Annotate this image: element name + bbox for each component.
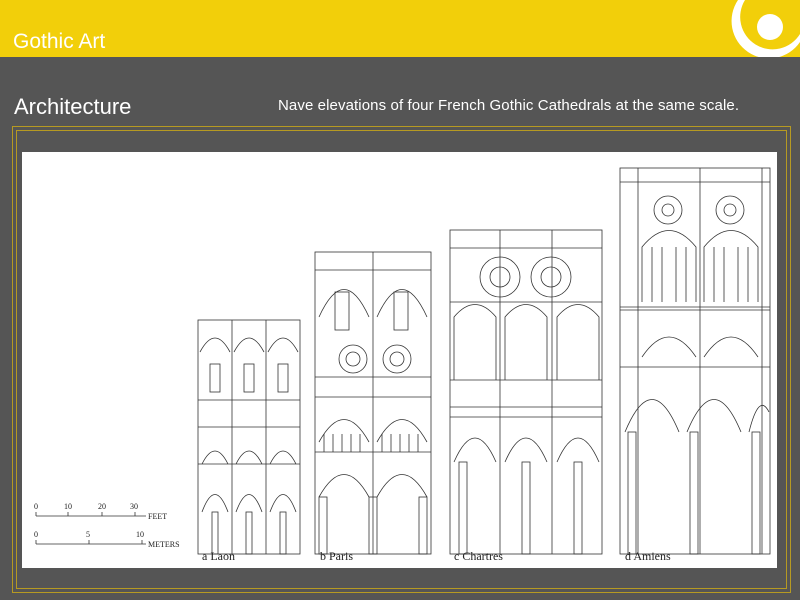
laon-elevation bbox=[197, 319, 301, 555]
scale-meters-5: 5 bbox=[86, 530, 90, 539]
chartres-elevation bbox=[449, 229, 603, 555]
scale-feet-0: 0 bbox=[34, 502, 38, 511]
label-paris: b Paris bbox=[320, 549, 353, 563]
scale-bar bbox=[35, 512, 146, 545]
scale-feet-20: 20 bbox=[98, 502, 106, 511]
label-amiens: d Amiens bbox=[625, 549, 671, 563]
header-bar: Gothic Art bbox=[0, 0, 800, 57]
logo-icon bbox=[731, 0, 800, 57]
amiens-elevation bbox=[619, 167, 771, 555]
scale-meters-10: 10 bbox=[136, 530, 144, 539]
label-laon: a Laon bbox=[202, 549, 235, 563]
paris-elevation bbox=[314, 251, 432, 555]
scale-meters-0: 0 bbox=[34, 530, 38, 539]
scale-feet-unit: FEET bbox=[148, 512, 167, 521]
scale-feet-10: 10 bbox=[64, 502, 72, 511]
slide-header-title: Gothic Art bbox=[13, 30, 106, 53]
elevations-figure: 0 10 20 30 FEET 0 5 10 METERS a Laon b P… bbox=[22, 152, 777, 568]
scale-meters-unit: METERS bbox=[148, 540, 180, 549]
elevations-drawing: 0 10 20 30 FEET 0 5 10 METERS a Laon b P… bbox=[34, 167, 771, 563]
scale-feet-30: 30 bbox=[130, 502, 138, 511]
slide-caption: Nave elevations of four French Gothic Ca… bbox=[278, 97, 740, 114]
label-chartres: c Chartres bbox=[454, 549, 503, 563]
section-title: Architecture bbox=[14, 94, 132, 119]
